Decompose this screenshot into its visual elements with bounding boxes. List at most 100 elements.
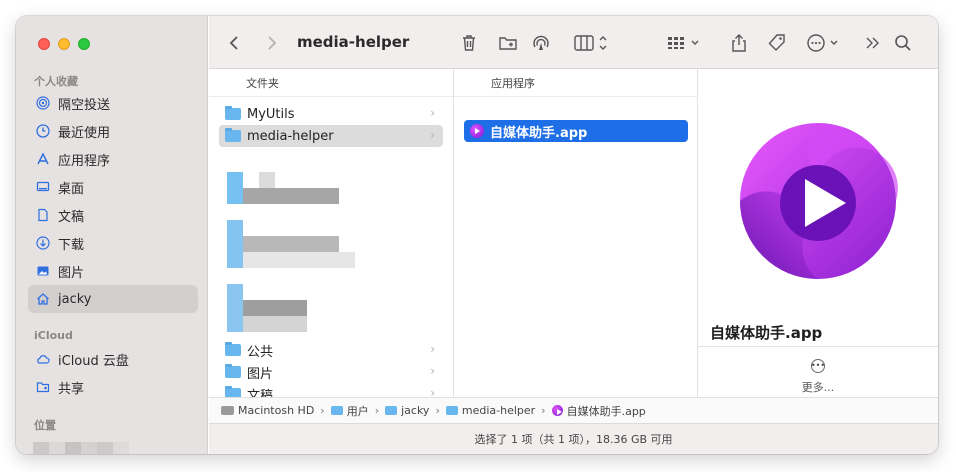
path-bar: Macintosh HD › 用户 › jacky › media-helper…	[209, 397, 938, 423]
chevron-right-icon	[268, 36, 277, 50]
redacted-location	[49, 442, 65, 454]
list-item-label: 自媒体助手.app	[490, 125, 588, 141]
toolbar: media-helper	[209, 16, 938, 69]
chevron-right-icon: ›	[430, 386, 435, 397]
download-icon	[36, 236, 50, 250]
sidebar-item-label: 桌面	[58, 181, 85, 197]
group-button[interactable]	[665, 32, 705, 54]
list-item[interactable]: 图片 ›	[219, 361, 443, 383]
clock-icon	[36, 124, 50, 138]
close-window-button[interactable]	[38, 38, 50, 50]
sidebar-item-home[interactable]: jacky	[28, 285, 198, 313]
zoom-window-button[interactable]	[78, 38, 90, 50]
sidebar-item-pictures[interactable]: 图片	[28, 257, 198, 285]
list-item-label: MyUtils	[247, 106, 295, 122]
redacted-folder-row	[227, 284, 243, 332]
search-icon	[895, 35, 911, 51]
status-bar: 选择了 1 项（共 1 项），18.36 GB 可用	[209, 423, 938, 454]
redacted-location	[65, 442, 81, 454]
list-item-label: 文稿	[247, 388, 274, 398]
list-item[interactable]: 自媒体助手.app	[464, 120, 688, 142]
new-folder-button[interactable]	[498, 32, 518, 54]
folder-column: 文件夹 MyUtils › media-helper › 公共 › 图片 › 文…	[209, 69, 454, 397]
path-segment-label: media-helper	[461, 404, 536, 417]
airdrop-icon	[533, 35, 549, 50]
airdrop-icon	[36, 96, 50, 110]
sidebar-item-label: 图片	[58, 265, 85, 281]
trash-button[interactable]	[459, 32, 479, 54]
forward-button[interactable]	[261, 32, 281, 54]
back-button[interactable]	[225, 32, 245, 54]
toolbar-overflow-button[interactable]	[863, 32, 883, 54]
share-icon	[732, 34, 746, 52]
minimize-window-button[interactable]	[58, 38, 70, 50]
column-header: 文件夹	[209, 69, 453, 97]
folder-icon	[225, 128, 241, 142]
path-segment[interactable]: 用户	[330, 403, 369, 419]
sidebar-item-label: 文稿	[58, 209, 85, 225]
path-segment[interactable]: Macintosh HD	[221, 404, 314, 417]
sidebar-section-favorites: 个人收藏	[34, 75, 78, 88]
search-button[interactable]	[893, 32, 913, 54]
status-text: 选择了 1 项（共 1 项），18.36 GB 可用	[474, 433, 673, 446]
home-folder-icon	[385, 406, 398, 415]
view-mode-button[interactable]	[573, 32, 613, 54]
folder-icon	[225, 386, 241, 397]
desktop-icon	[36, 180, 50, 194]
folder-icon	[225, 106, 241, 120]
list-item[interactable]: MyUtils ›	[219, 103, 443, 125]
sidebar-item-desktop[interactable]: 桌面	[28, 173, 198, 201]
sidebar-item-applications[interactable]: 应用程序	[28, 145, 198, 173]
share-button[interactable]	[729, 32, 749, 54]
sidebar-item-label: iCloud 云盘	[58, 353, 129, 369]
list-item[interactable]: media-helper ›	[219, 125, 443, 147]
cloud-icon	[36, 352, 50, 366]
path-segment[interactable]: media-helper	[445, 404, 536, 417]
app-large-icon	[740, 123, 898, 279]
sidebar-item-airdrop[interactable]: 隔空投送	[28, 89, 198, 117]
airdrop-button[interactable]	[531, 32, 551, 54]
chevron-right-icon: ›	[435, 404, 440, 417]
redacted-location	[97, 442, 113, 454]
sidebar-item-recents[interactable]: 最近使用	[28, 117, 198, 145]
home-icon	[36, 292, 50, 306]
redacted-location	[33, 442, 49, 454]
applications-column: 应用程序 自媒体助手.app	[454, 69, 698, 397]
tag-icon	[768, 34, 785, 51]
sidebar-item-documents[interactable]: 文稿	[28, 201, 198, 229]
redacted-folder-row	[227, 220, 243, 268]
columns-view-icon	[574, 35, 607, 51]
list-item[interactable]: 文稿 ›	[219, 383, 443, 397]
column-header: 应用程序	[454, 69, 697, 97]
sidebar-item-downloads[interactable]: 下载	[28, 229, 198, 257]
sidebar-item-shared[interactable]: 共享	[28, 373, 198, 401]
sidebar-item-icloud-drive[interactable]: iCloud 云盘	[28, 345, 198, 373]
sidebar-item-label: 最近使用	[58, 125, 111, 141]
path-segment[interactable]: jacky	[385, 404, 429, 417]
action-menu-button[interactable]	[805, 32, 845, 54]
list-item[interactable]: 公共 ›	[219, 339, 443, 361]
redacted-folder-row	[227, 172, 243, 204]
sidebar-item-label: jacky	[58, 291, 92, 307]
window-controls	[38, 38, 90, 50]
list-item-label: 公共	[247, 344, 274, 360]
divider	[698, 346, 938, 347]
redacted-folder-row	[243, 252, 355, 268]
document-icon	[36, 208, 50, 222]
tag-button[interactable]	[767, 32, 787, 54]
sidebar-item-label: 应用程序	[58, 153, 111, 169]
redacted-folder-row	[243, 236, 339, 252]
applications-icon	[36, 152, 50, 166]
redacted-folder-row	[259, 172, 275, 188]
chevron-right-icon: ›	[541, 404, 546, 417]
redacted-folder-row	[243, 316, 307, 332]
app-icon	[551, 405, 563, 416]
more-button[interactable]: ••• 更多...	[798, 359, 838, 395]
photo-icon	[36, 264, 50, 278]
preview-file-name: 自媒体助手.app	[710, 324, 823, 342]
new-folder-icon	[499, 37, 517, 50]
path-segment-label: 自媒体助手.app	[566, 404, 646, 418]
path-segment[interactable]: 自媒体助手.app	[551, 403, 646, 419]
sidebar-item-label: 共享	[58, 381, 85, 397]
trash-icon	[463, 35, 475, 51]
